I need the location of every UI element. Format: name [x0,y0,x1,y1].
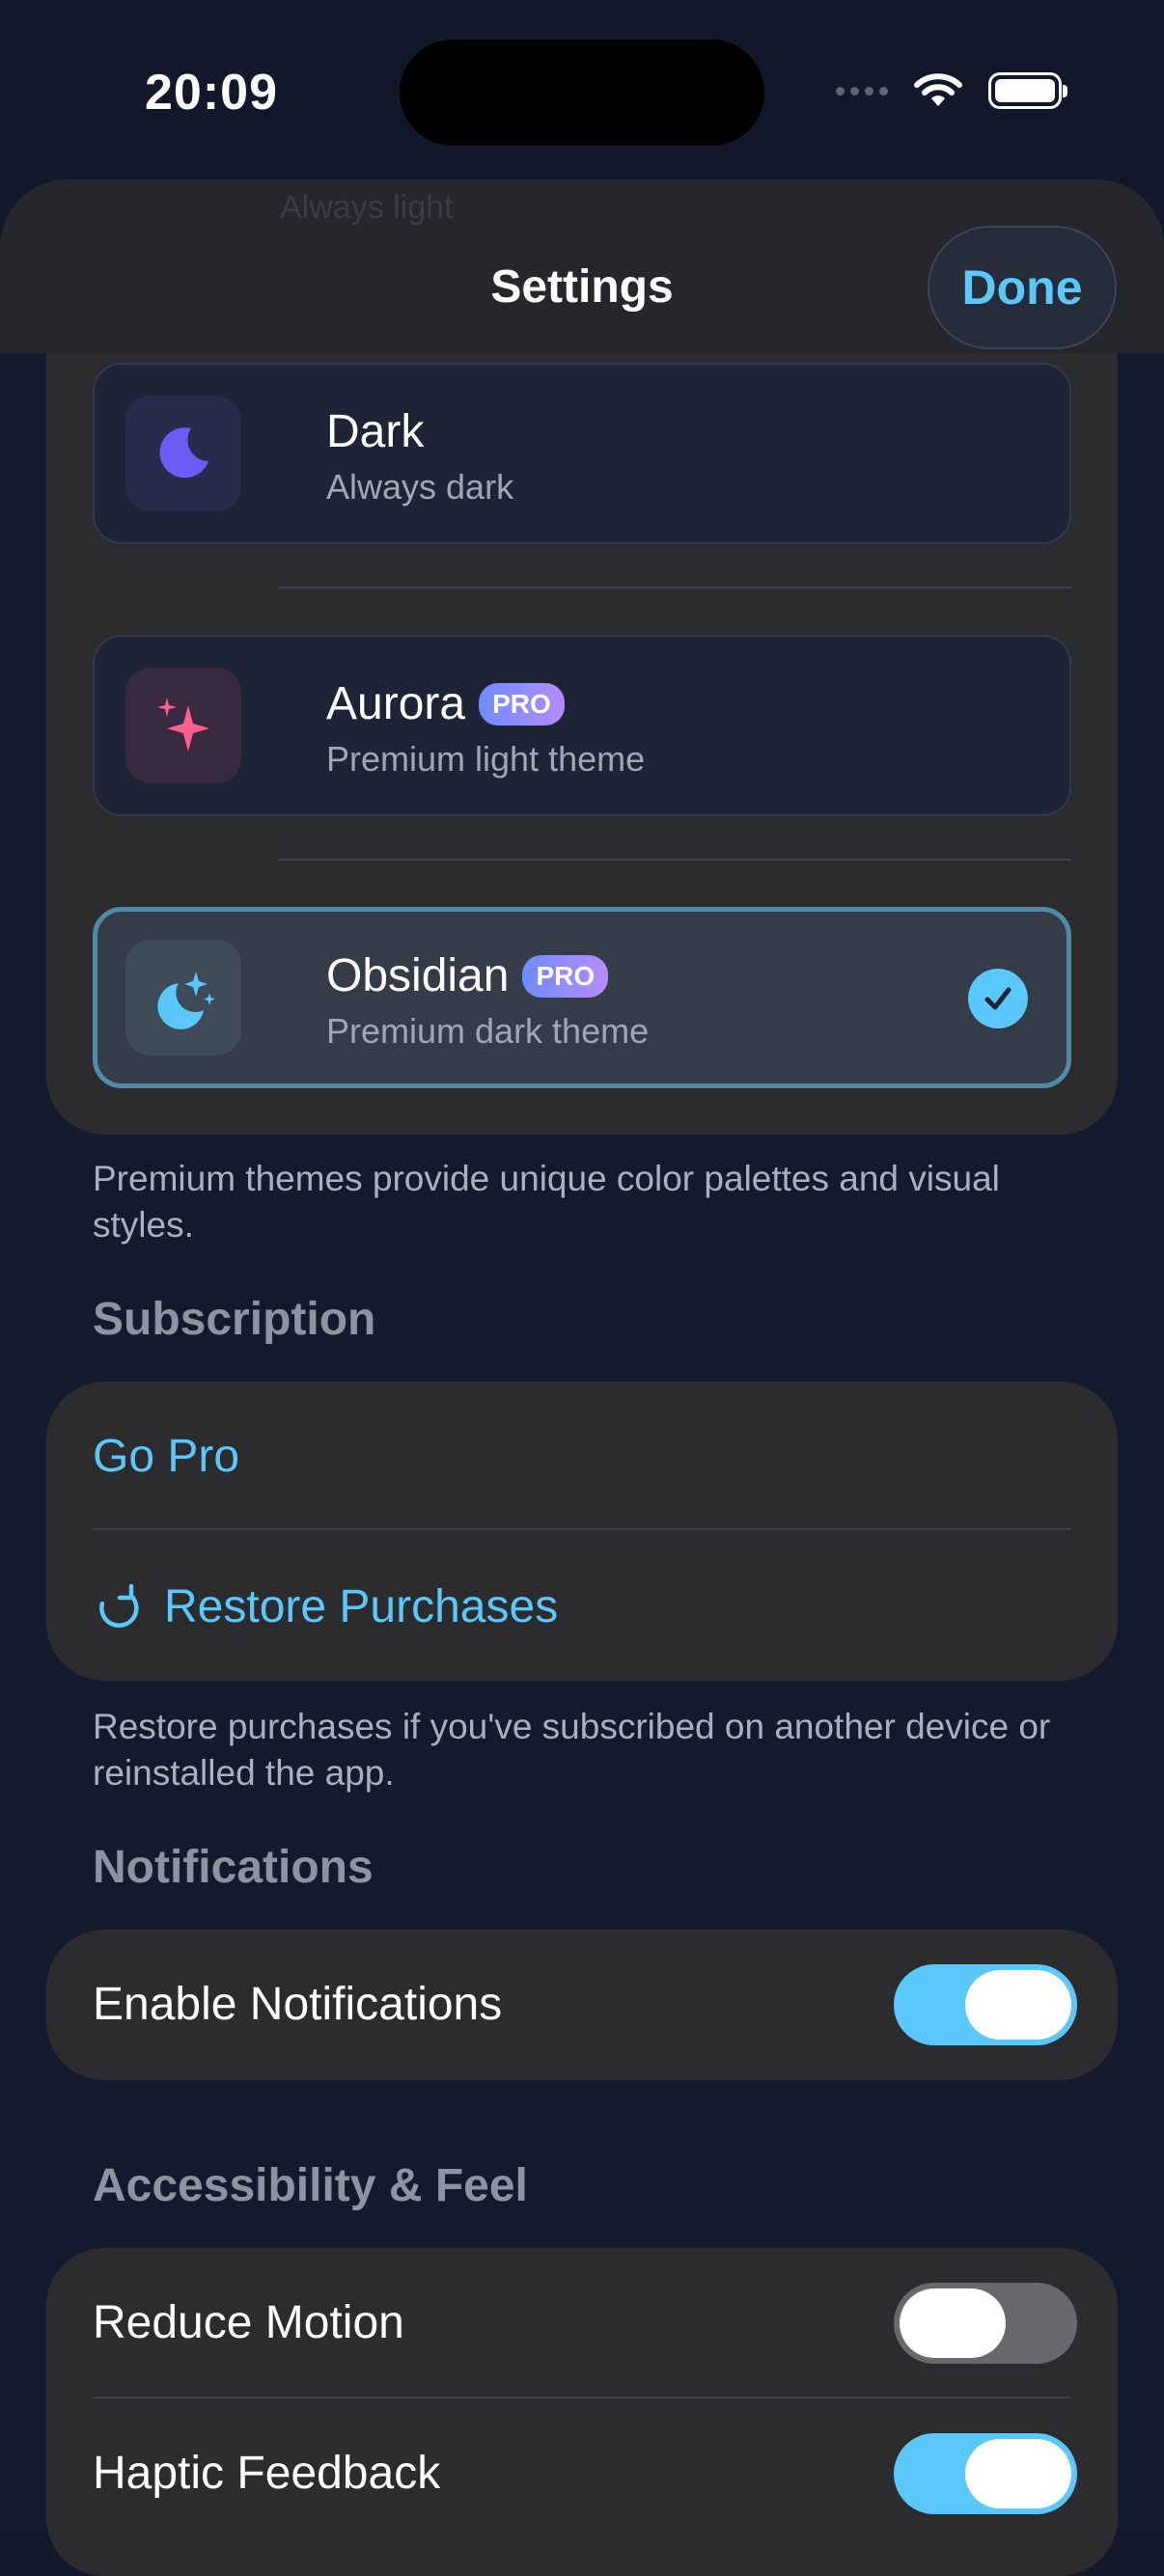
refresh-icon [99,1583,139,1628]
theme-description: Premium light theme [326,739,646,779]
restore-purchases-label: Restore Purchases [164,1581,559,1632]
scrolled-theme-subtitle: Always light [280,189,454,226]
accessibility-group: Reduce Motion Haptic Feedback [46,2248,1118,2576]
battery-icon [988,72,1067,109]
theme-name: Aurora PRO [326,677,565,730]
divider [278,859,1071,861]
theme-name: Obsidian PRO [326,949,609,1002]
sparkles-icon [125,668,241,783]
section-title-accessibility: Accessibility & Feel [93,2160,528,2211]
haptic-feedback-label: Haptic Feedback [93,2448,441,2499]
theme-description: Always dark [326,467,514,507]
notifications-group: Enable Notifications [46,1930,1118,2080]
status-time: 20:09 [145,65,278,121]
go-pro-button[interactable]: Go Pro [93,1430,239,1483]
divider [278,587,1071,589]
cellular-signal-icon [836,86,888,96]
pro-badge: PRO [479,682,565,726]
done-button[interactable]: Done [928,226,1117,349]
dynamic-island [400,40,764,146]
theme-list: Dark Always dark Aurora PRO Premium ligh… [46,353,1118,1135]
enable-notifications-toggle[interactable] [894,1964,1077,2045]
subscription-footnote: Restore purchases if you've subscribed o… [93,1707,1051,1793]
theme-option-dark[interactable]: Dark Always dark [93,363,1071,544]
theme-option-aurora[interactable]: Aurora PRO Premium light theme [93,635,1071,816]
wifi-icon [914,73,962,106]
checkmark-icon [968,969,1028,1028]
theme-description: Premium dark theme [326,1011,650,1051]
reduce-motion-label: Reduce Motion [93,2297,404,2348]
moon-icon [125,396,241,511]
subscription-group: Go Pro Restore Purchases [46,1382,1118,1681]
themes-footnote: Premium themes provide unique color pale… [93,1159,1000,1245]
section-title-notifications: Notifications [93,1842,374,1893]
status-bar: 20:09 [0,0,1164,183]
divider [93,2397,1071,2398]
section-title-subscription: Subscription [93,1294,376,1345]
enable-notifications-label: Enable Notifications [93,1979,503,2030]
haptic-feedback-toggle[interactable] [894,2433,1077,2514]
theme-option-obsidian[interactable]: Obsidian PRO Premium dark theme [93,907,1071,1088]
theme-name: Dark [326,406,425,457]
reduce-motion-toggle[interactable] [894,2283,1077,2364]
divider [93,1528,1071,1530]
restore-purchases-button[interactable]: Restore Purchases [93,1580,558,1633]
status-icons [836,71,1067,110]
pro-badge: PRO [522,954,609,998]
moon-stars-icon [125,940,241,1055]
